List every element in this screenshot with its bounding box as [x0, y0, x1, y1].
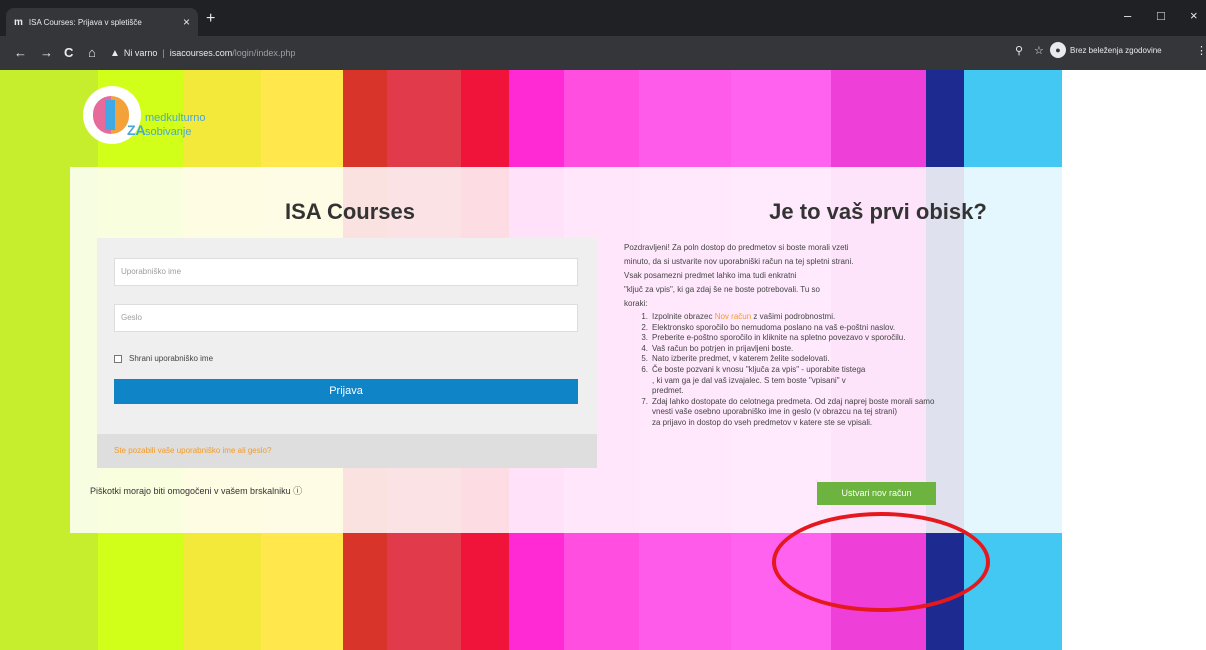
intro-line: minuto, da si ustvarite nov uporabniški …	[624, 257, 854, 266]
step-text: Izpolnite obrazec Nov račun z vašimi pod…	[652, 312, 1134, 323]
reload-icon[interactable]: C	[64, 45, 73, 60]
step-text: Nato izberite predmet, v katerem želite …	[652, 354, 830, 364]
step-text: Zdaj lahko dostopate do celotnega predme…	[652, 396, 935, 406]
step-item: 7. Zdaj lahko dostopate do celotnega pre…	[624, 397, 1134, 408]
cookies-notice: Piškotki morajo biti omogočeni v vašem b…	[90, 484, 302, 497]
url-path: /login/index.php	[232, 48, 296, 58]
restore-icon[interactable]: □	[1157, 8, 1165, 23]
step-continuation: vnesti vaše osebno uporabniško ime in ge…	[652, 407, 898, 417]
step-number: 4.	[641, 343, 648, 353]
new-tab-icon[interactable]: +	[206, 10, 215, 28]
logo-line-1: medkulturno	[145, 112, 206, 124]
forward-icon[interactable]: →	[40, 45, 53, 60]
remember-label: Shrani uporabniško ime	[129, 354, 214, 363]
help-icon[interactable]: ⓘ	[293, 486, 302, 496]
step-continuation: predmet.	[652, 386, 684, 396]
address-separator: |	[162, 48, 165, 58]
browser-tab-strip: m ISA Courses: Prijava v spletišče × + –…	[0, 0, 1206, 36]
logo-mark: ZA	[127, 122, 146, 138]
signup-section: Je to vaš prvi obisk? Pozdravljeni! Za p…	[618, 167, 1138, 533]
menu-icon[interactable]: ⋮	[1196, 44, 1206, 57]
login-form: Uporabniško ime Geslo Shrani uporabniško…	[97, 238, 597, 434]
security-label: Ni varno	[123, 48, 158, 58]
signup-intro: Pozdravljeni! Za poln dostop do predmeto…	[624, 241, 974, 311]
remember-checkbox[interactable]	[114, 354, 122, 363]
home-icon[interactable]: ⌂	[88, 45, 96, 60]
intro-line: Vsak posamezni predmet lahko ima tudi en…	[624, 271, 797, 280]
create-account-button[interactable]: Ustvari nov račun	[817, 482, 936, 505]
tab-title: ISA Courses: Prijava v spletišče	[28, 17, 142, 27]
annotation-circle	[772, 512, 990, 612]
remember-username[interactable]: Shrani uporabniško ime	[114, 354, 213, 363]
step-item: 1. Izpolnite obrazec Nov račun z vašimi …	[624, 312, 1134, 323]
step-text: Elektronsko sporočilo bo nemudoma poslan…	[652, 322, 896, 332]
username-input[interactable]: Uporabniško ime	[114, 258, 578, 286]
star-icon[interactable]: ☆	[1034, 44, 1044, 57]
step-continuation: za prijavo in dostop do vseh predmetov v…	[652, 417, 873, 427]
step-number: 3.	[641, 333, 648, 343]
page: ZA medkulturno sobivanje ISA Courses Upo…	[0, 70, 1206, 650]
login-heading: ISA Courses	[284, 199, 415, 224]
site-logo[interactable]: ZA medkulturno sobivanje	[83, 86, 228, 146]
forgot-password-link[interactable]: Ste pozabili vaše uporabniško ime ali ge…	[97, 434, 597, 468]
step-number: 1.	[641, 312, 648, 321]
signup-heading: Je to vaš prvi obisk?	[769, 199, 987, 224]
step-number: 7.	[641, 396, 648, 406]
login-card: ISA Courses Uporabniško ime Geslo Shrani…	[70, 167, 1154, 533]
screenshot-frame: m ISA Courses: Prijava v spletišče × + –…	[0, 0, 1206, 650]
incognito-icon: ●	[1050, 42, 1066, 58]
new-account-link[interactable]: Nov račun	[715, 312, 751, 321]
zoom-icon[interactable]: ⚲	[1015, 44, 1023, 57]
signup-steps: 1. Izpolnite obrazec Nov račun z vašimi …	[624, 312, 1134, 429]
tab-favicon-icon: m	[14, 16, 23, 28]
intro-line: "ključ za vpis", ki ga zdaj še ne boste …	[624, 285, 821, 294]
step-item: 2. Elektronsko sporočilo bo nemudoma pos…	[624, 323, 1134, 334]
url-host: isacourses.com	[169, 48, 233, 58]
window-close-icon[interactable]: ×	[1190, 8, 1198, 23]
browser-tab[interactable]: m ISA Courses: Prijava v spletišče ×	[6, 8, 198, 36]
intro-line: koraki:	[624, 299, 648, 308]
step-text: Če boste pozvani k vnosu "ključa za vpis…	[652, 364, 866, 374]
minimize-icon[interactable]: –	[1124, 8, 1131, 23]
step-item: 4. Vaš račun bo potrjen in prijavljeni b…	[624, 344, 1134, 355]
step-item: 5. Nato izberite predmet, v katerem želi…	[624, 354, 1134, 365]
step-number: 5.	[641, 354, 648, 364]
back-icon[interactable]: ←	[14, 45, 27, 60]
password-input[interactable]: Geslo	[114, 304, 578, 332]
step-text-pre: Izpolnite obrazec	[652, 312, 715, 321]
step-text: Vaš račun bo potrjen in prijavljeni bost…	[652, 343, 794, 353]
incognito-label: Brez beleženja zgodovine	[1070, 45, 1162, 55]
step-item: 6. Če boste pozvani k vnosu "ključa za v…	[624, 365, 1134, 376]
incognito-indicator[interactable]: ● Brez beleženja zgodovine	[1050, 42, 1162, 58]
cookies-text: Piškotki morajo biti omogočeni v vašem b…	[90, 486, 291, 496]
intro-line: Pozdravljeni! Za poln dostop do predmeto…	[624, 243, 849, 252]
step-text-post: z vašimi podrobnostmi.	[751, 312, 836, 321]
address-bar[interactable]: ▲ Ni varno | isacourses.com /login/index…	[110, 45, 1040, 61]
step-text: Preberite e-poštno sporočilo in kliknite…	[652, 333, 906, 343]
tab-close-icon[interactable]: ×	[183, 15, 190, 29]
step-number: 2.	[641, 322, 648, 332]
login-button[interactable]: Prijava	[114, 379, 578, 404]
step-continuation: , ki vam ga je dal vaš izvajalec. S tem …	[652, 375, 846, 385]
step-number: 6.	[641, 364, 648, 374]
warning-icon: ▲	[110, 47, 120, 59]
logo-line-2: sobivanje	[145, 126, 192, 138]
step-item: 3. Preberite e-poštno sporočilo in klikn…	[624, 333, 1134, 344]
